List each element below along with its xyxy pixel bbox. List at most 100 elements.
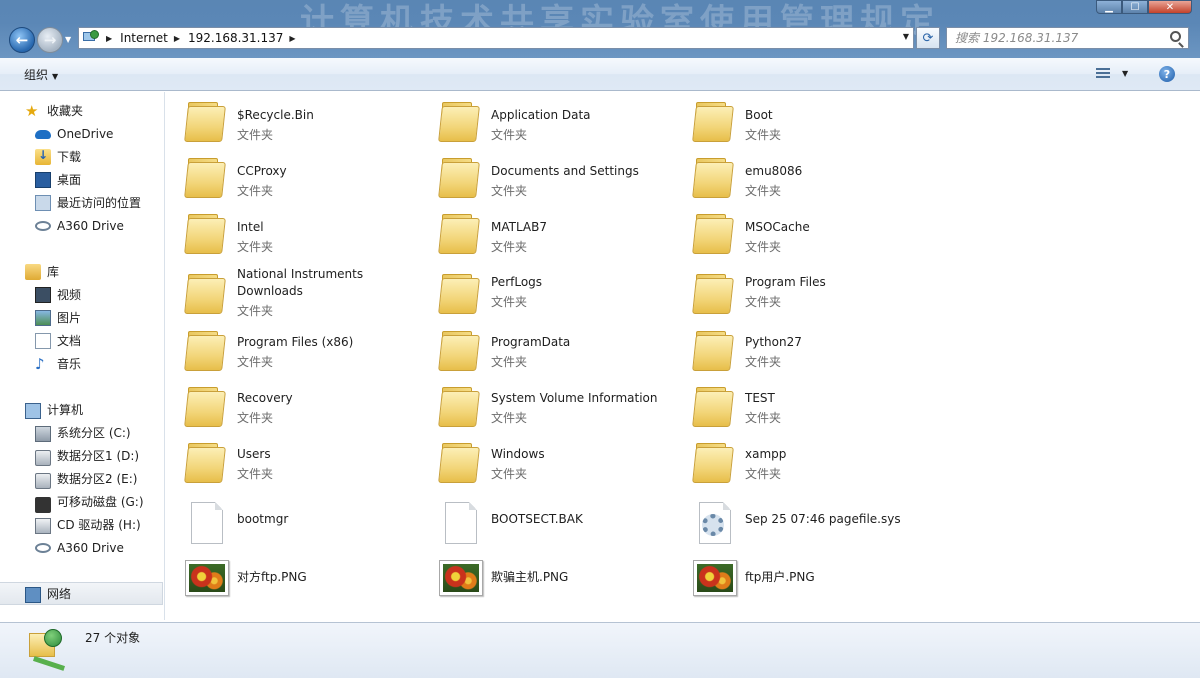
folder-item[interactable]: MSOCache 文件夹 — [674, 208, 924, 260]
item-type: 文件夹 — [745, 467, 782, 481]
sidebar-item-drive-c[interactable]: 系统分区 (C:) — [0, 421, 165, 444]
chevron-right-icon[interactable]: ▶ — [106, 34, 112, 43]
sidebar-item-favorites[interactable]: ★ 收藏夹 — [0, 99, 165, 122]
sidebar-item-pictures[interactable]: 图片 — [0, 306, 165, 329]
chevron-down-icon: ▼ — [52, 72, 59, 81]
view-options-icon — [1096, 67, 1110, 79]
close-button[interactable]: ✕ — [1148, 0, 1192, 14]
sidebar-item-computer[interactable]: 计算机 — [0, 398, 165, 421]
sidebar-item-network[interactable]: 网络 — [0, 582, 163, 605]
folder-item[interactable]: emu8086 文件夹 — [674, 152, 924, 204]
back-button[interactable]: ← — [9, 27, 35, 53]
folder-icon — [692, 100, 736, 146]
file-item[interactable]: Sep 25 07:46 pagefile.sys — [674, 496, 924, 548]
back-arrow-icon: ← — [15, 31, 29, 49]
folder-item[interactable]: MATLAB7 文件夹 — [420, 208, 670, 260]
breadcrumb-host[interactable]: 192.168.31.137 — [188, 31, 283, 45]
breadcrumb-internet[interactable]: Internet — [120, 31, 168, 45]
folder-item[interactable]: Program Files 文件夹 — [674, 266, 924, 318]
a360-drive-icon — [35, 218, 51, 234]
folder-item[interactable]: $Recycle.Bin 文件夹 — [166, 96, 416, 148]
folder-item[interactable]: Python27 文件夹 — [674, 325, 924, 377]
sidebar-item-drive-e[interactable]: 数据分区2 (E:) — [0, 467, 165, 490]
chevron-right-icon[interactable]: ▶ — [174, 34, 180, 43]
sidebar-item-label: A360 Drive — [57, 540, 124, 555]
sidebar-item-a360-drive[interactable]: A360 Drive — [0, 214, 165, 237]
folder-item[interactable]: CCProxy 文件夹 — [166, 152, 416, 204]
help-icon[interactable]: ? — [1159, 66, 1175, 82]
sidebar-item-drive-g[interactable]: 可移动磁盘 (G:) — [0, 490, 165, 513]
refresh-button[interactable]: ⟳ — [916, 27, 940, 49]
sidebar-item-videos[interactable]: 视频 — [0, 283, 165, 306]
network-icon — [25, 586, 41, 603]
command-bar: 组织 ▼ ▼ ? — [0, 58, 1200, 91]
sidebar-item-recent-places[interactable]: 最近访问的位置 — [0, 191, 165, 214]
folder-item[interactable]: PerfLogs 文件夹 — [420, 266, 670, 318]
minimize-button[interactable]: ▁ — [1096, 0, 1122, 14]
item-type: 文件夹 — [491, 295, 528, 309]
sidebar-item-libraries[interactable]: 库 — [0, 260, 165, 283]
chevron-right-icon[interactable]: ▶ — [289, 34, 295, 43]
sidebar-item-documents[interactable]: 文档 — [0, 329, 165, 352]
folder-item[interactable]: ProgramData 文件夹 — [420, 325, 670, 377]
image-file-item[interactable]: 欺骗主机.PNG — [420, 552, 670, 604]
address-bar[interactable]: ▶ Internet ▶ 192.168.31.137 ▶ ▼ — [78, 27, 914, 49]
folder-item[interactable]: TEST 文件夹 — [674, 381, 924, 433]
item-name: PerfLogs — [491, 275, 543, 289]
image-file-item[interactable]: ftp用户.PNG — [674, 552, 924, 604]
folder-icon — [692, 329, 736, 375]
item-name: Users — [237, 447, 271, 461]
pictures-icon — [35, 309, 51, 326]
folder-item[interactable]: Boot 文件夹 — [674, 96, 924, 148]
maximize-button[interactable]: ☐ — [1122, 0, 1148, 14]
file-icon — [438, 500, 482, 546]
item-name: Recovery — [237, 391, 293, 405]
file-item[interactable]: BOOTSECT.BAK — [420, 496, 670, 548]
item-type: 文件夹 — [745, 295, 782, 309]
sidebar-item-drive-d[interactable]: 数据分区1 (D:) — [0, 444, 165, 467]
sidebar-item-label: 网络 — [47, 587, 72, 601]
folder-item[interactable]: Documents and Settings 文件夹 — [420, 152, 670, 204]
folder-item[interactable]: National Instruments Downloads 文件夹 — [166, 266, 416, 322]
folder-item[interactable]: xampp 文件夹 — [674, 437, 924, 489]
folder-item[interactable]: Windows 文件夹 — [420, 437, 670, 489]
download-folder-icon — [35, 148, 51, 165]
search-box[interactable] — [946, 27, 1189, 49]
search-icon[interactable] — [1170, 31, 1181, 42]
folder-item[interactable]: Application Data 文件夹 — [420, 96, 670, 148]
sidebar-item-drive-h[interactable]: CD 驱动器 (H:) — [0, 513, 165, 536]
file-item[interactable]: bootmgr — [166, 496, 416, 548]
sidebar-item-a360-drive-computer[interactable]: A360 Drive — [0, 536, 165, 559]
chevron-down-icon: ▼ — [1122, 68, 1129, 78]
forward-button[interactable]: → — [37, 27, 63, 53]
computer-icon — [25, 402, 41, 419]
hard-drive-icon — [35, 473, 51, 489]
folder-item[interactable]: System Volume Information 文件夹 — [420, 381, 670, 433]
change-view-button[interactable]: ▼ — [1096, 67, 1128, 79]
sidebar-item-desktop[interactable]: 桌面 — [0, 168, 165, 191]
folder-icon — [692, 212, 736, 258]
folder-item[interactable]: Intel 文件夹 — [166, 208, 416, 260]
cloud-icon — [35, 126, 51, 142]
organize-button[interactable]: 组织 ▼ — [24, 66, 58, 83]
folder-item[interactable]: Recovery 文件夹 — [166, 381, 416, 433]
folder-icon — [184, 441, 228, 487]
item-type: 文件夹 — [491, 355, 528, 369]
search-input[interactable] — [955, 31, 1155, 45]
image-file-item[interactable]: 对方ftp.PNG — [166, 552, 416, 604]
folder-icon — [692, 441, 736, 487]
item-name: National Instruments — [237, 267, 364, 281]
recent-pages-dropdown[interactable]: ▼ — [65, 35, 71, 44]
folder-item[interactable]: Program Files (x86) 文件夹 — [166, 325, 416, 377]
folder-icon — [184, 385, 228, 431]
sidebar-item-label: 最近访问的位置 — [57, 196, 142, 210]
folder-item[interactable]: Users 文件夹 — [166, 437, 416, 489]
folder-icon — [692, 385, 736, 431]
sidebar-item-label: 收藏夹 — [47, 104, 84, 118]
item-type: 文件夹 — [237, 128, 274, 142]
address-history-dropdown[interactable]: ▼ — [903, 32, 909, 41]
sidebar-item-onedrive[interactable]: OneDrive — [0, 122, 165, 145]
item-name: Boot — [745, 108, 773, 122]
sidebar-item-music[interactable]: ♪ 音乐 — [0, 352, 165, 375]
sidebar-item-downloads[interactable]: 下载 — [0, 145, 165, 168]
